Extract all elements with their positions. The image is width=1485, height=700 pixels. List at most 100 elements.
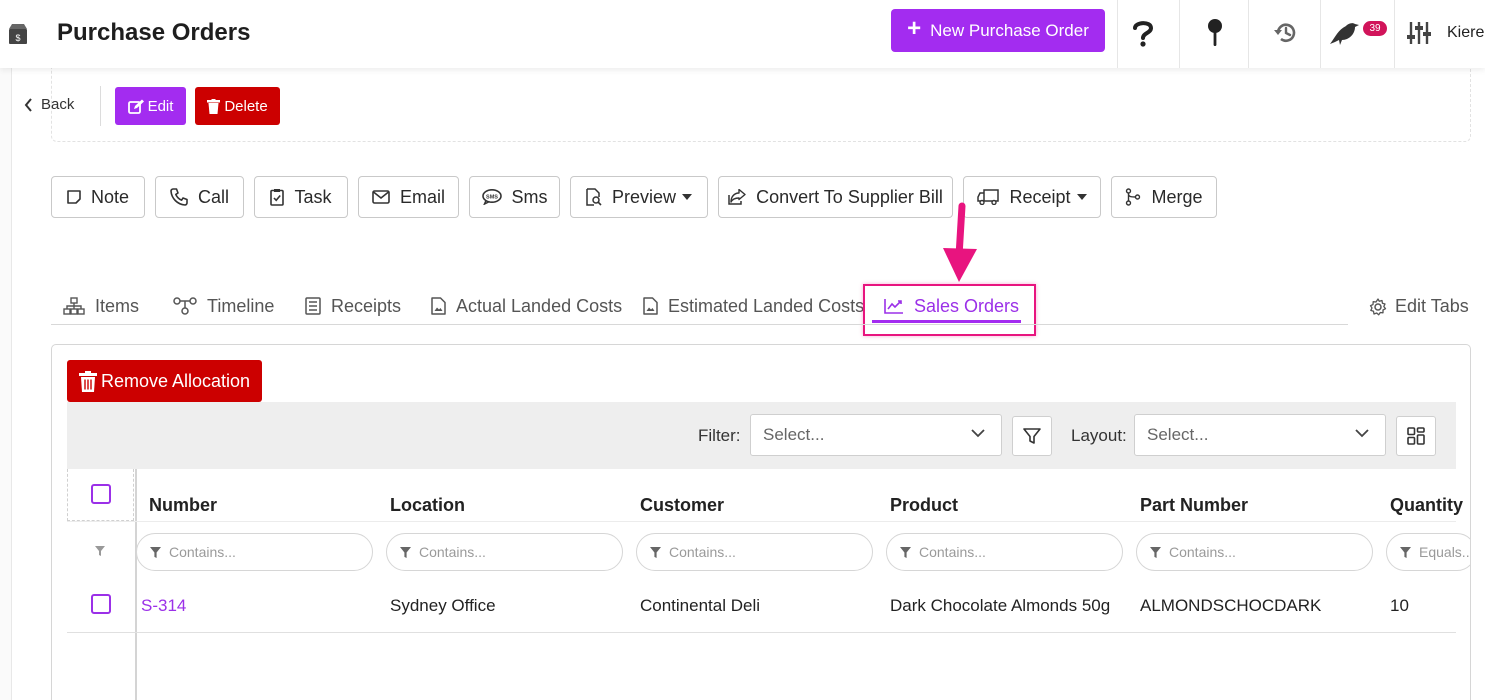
box-icon: $: [9, 24, 27, 44]
delete-button[interactable]: Delete: [195, 87, 280, 125]
email-label: Email: [399, 186, 445, 207]
edit-tabs-label: Edit Tabs: [1395, 296, 1469, 316]
tab-items[interactable]: Items: [63, 294, 139, 318]
file-image-icon: [431, 297, 446, 315]
receipt-label: Receipt: [1009, 186, 1071, 207]
filter-funnel-icon: [95, 546, 105, 556]
preview-label: Preview: [611, 186, 677, 207]
row-divider: [67, 632, 1456, 633]
filter-select-value: Select...: [763, 425, 825, 444]
filter-funnel-icon: [400, 546, 411, 558]
convert-label: Convert To Supplier Bill: [756, 186, 943, 207]
column-header-part-number[interactable]: Part Number: [1140, 495, 1248, 516]
task-button[interactable]: Task: [254, 176, 348, 218]
product-filter-placeholder: Contains...: [919, 544, 986, 560]
help-icon[interactable]: [1129, 16, 1157, 50]
note-button[interactable]: Note: [51, 176, 145, 218]
layout-label: Layout:: [1071, 426, 1127, 445]
note-icon: [67, 190, 81, 204]
plus-icon: +: [907, 15, 922, 42]
gear-icon: [1369, 297, 1387, 315]
select-all-checkbox[interactable]: [91, 484, 111, 504]
user-name[interactable]: Kieren: [1447, 24, 1485, 42]
edit-tabs-button[interactable]: Edit Tabs: [1369, 296, 1469, 317]
map-pin-icon[interactable]: [1203, 16, 1227, 50]
layout-grid-button[interactable]: [1396, 416, 1436, 456]
apply-filter-button[interactable]: [1012, 416, 1052, 456]
remove-allocation-label: Remove Allocation: [100, 370, 251, 391]
column-header-number[interactable]: Number: [149, 495, 217, 516]
header-divider: [1179, 0, 1180, 68]
edit-button[interactable]: Edit: [115, 87, 186, 125]
part-number-filter-input[interactable]: Contains...: [1136, 533, 1373, 571]
filter-funnel-icon: [1023, 428, 1041, 444]
layout-select[interactable]: Select...: [1134, 414, 1386, 456]
customer-filter-input[interactable]: Contains...: [636, 533, 873, 571]
product-filter-input[interactable]: Contains...: [886, 533, 1123, 571]
column-header-quantity[interactable]: Quantity: [1390, 495, 1463, 516]
sales-orders-panel: Remove Allocation Filter: Select... Layo…: [51, 344, 1471, 700]
new-purchase-order-button[interactable]: + New Purchase Order: [891, 9, 1105, 52]
row-checkbox[interactable]: [91, 594, 111, 614]
edit-label: Edit: [147, 97, 174, 115]
tab-items-label: Items: [95, 295, 140, 316]
tab-timeline[interactable]: Timeline: [173, 294, 274, 318]
back-link[interactable]: Back: [24, 96, 74, 113]
top-bar: $ Purchase Orders + New Purchase Order 3…: [0, 0, 1485, 68]
tab-timeline-label: Timeline: [207, 295, 275, 316]
filter-select[interactable]: Select...: [750, 414, 1002, 456]
column-header-product[interactable]: Product: [890, 495, 958, 516]
page-title: Purchase Orders: [57, 19, 251, 46]
preview-dropdown-button[interactable]: Preview: [570, 176, 708, 218]
history-icon[interactable]: [1272, 16, 1300, 50]
column-header-customer[interactable]: Customer: [640, 495, 724, 516]
grid-toolbar: Filter: Select... Layout: Select...: [67, 402, 1456, 469]
edit-icon: [127, 99, 144, 114]
filter-funnel-icon: [150, 546, 161, 558]
caret-down-icon: [1076, 194, 1087, 200]
sms-button[interactable]: SMS Sms: [469, 176, 560, 218]
merge-button[interactable]: Merge: [1111, 176, 1217, 218]
sales-order-number-link[interactable]: S-314: [141, 596, 186, 616]
call-button[interactable]: Call: [155, 176, 244, 218]
header-divider: [1117, 0, 1118, 68]
convert-to-supplier-bill-button[interactable]: Convert To Supplier Bill: [718, 176, 953, 218]
column-header-location[interactable]: Location: [390, 495, 465, 516]
left-sidebar-strip: [0, 68, 12, 700]
tab-estimated-landed-costs[interactable]: Estimated Landed Costs: [643, 294, 864, 318]
svg-text:SMS: SMS: [486, 194, 498, 200]
location-filter-input[interactable]: Contains...: [386, 533, 623, 571]
tabs-baseline: [51, 324, 1348, 325]
truck-icon: [977, 189, 1000, 205]
quantity-filter-input[interactable]: Equals...: [1386, 533, 1471, 571]
bird-notifications-icon[interactable]: [1327, 16, 1361, 50]
header-divider: [1248, 0, 1249, 68]
phone-icon: [170, 188, 188, 206]
chevron-left-icon: [24, 97, 32, 112]
trash-icon: [207, 98, 221, 114]
new-purchase-order-label: New Purchase Order: [930, 20, 1089, 40]
file-search-icon: [586, 188, 602, 206]
quantity-filter-placeholder: Equals...: [1419, 544, 1471, 560]
header-divider: [1320, 0, 1321, 68]
filter-funnel-icon: [1400, 546, 1411, 558]
call-label: Call: [197, 186, 229, 207]
tab-receipts[interactable]: Receipts: [305, 294, 401, 318]
annotation-highlight-box: [863, 284, 1036, 336]
tab-receipts-label: Receipts: [331, 295, 402, 316]
notification-badge: 39: [1363, 21, 1387, 36]
part-number-filter-placeholder: Contains...: [1169, 544, 1236, 560]
number-filter-input[interactable]: Contains...: [136, 533, 373, 571]
tab-actual-landed-costs-label: Actual Landed Costs: [456, 295, 623, 316]
share-export-icon: [728, 189, 746, 205]
remove-allocation-button[interactable]: Remove Allocation: [67, 360, 262, 402]
email-button[interactable]: Email: [358, 176, 459, 218]
delete-label: Delete: [224, 97, 268, 115]
receipt-dropdown-button[interactable]: Receipt: [963, 176, 1101, 218]
settings-sliders-icon[interactable]: [1406, 16, 1432, 50]
clipboard-check-icon: [270, 189, 285, 206]
row-customer: Continental Deli: [640, 596, 761, 615]
tab-actual-landed-costs[interactable]: Actual Landed Costs: [431, 294, 622, 318]
file-image-icon: [643, 297, 658, 315]
back-label: Back: [41, 96, 75, 113]
